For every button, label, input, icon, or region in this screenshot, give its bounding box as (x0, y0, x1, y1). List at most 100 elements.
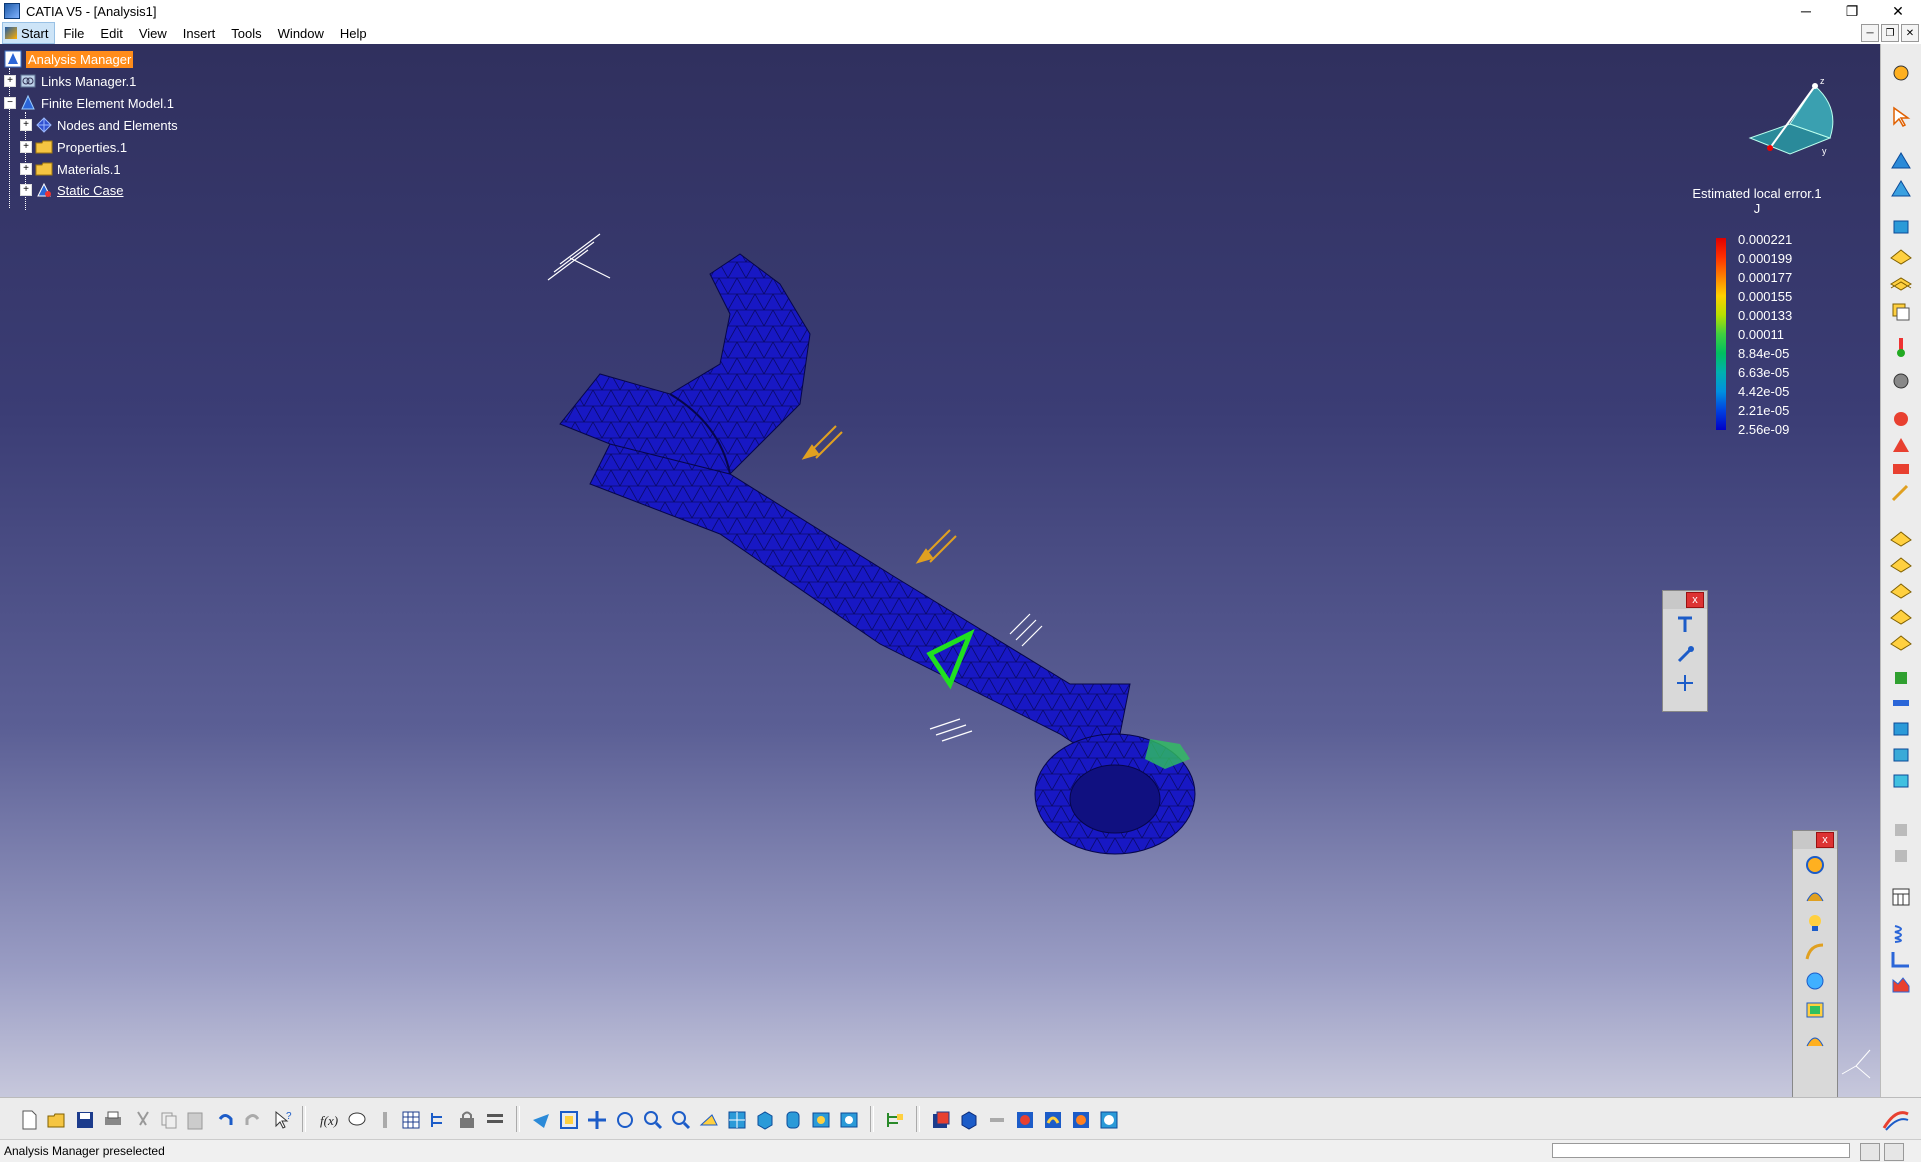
shading-icon[interactable] (782, 1109, 804, 1131)
expand-icon[interactable]: + (20, 119, 32, 131)
compass-widget[interactable]: z y (1740, 68, 1850, 178)
compute-icon[interactable] (930, 1109, 952, 1131)
cube2-icon[interactable] (1889, 718, 1913, 740)
image-icon[interactable] (1014, 1109, 1036, 1131)
tree-item-links-manager[interactable]: + Links Manager.1 (4, 72, 136, 90)
rotate-icon[interactable] (614, 1109, 636, 1131)
report-icon[interactable] (1042, 1109, 1064, 1131)
close-icon[interactable]: x (1686, 592, 1704, 608)
fit-all-icon[interactable] (558, 1109, 580, 1131)
bolt-icon[interactable] (986, 1109, 1008, 1131)
paste-icon[interactable] (184, 1109, 206, 1131)
formula-icon[interactable]: f(x) (318, 1109, 340, 1131)
doc-minimize-button[interactable]: ─ (1861, 24, 1879, 42)
connecting-rod-mesh[interactable] (530, 214, 1290, 874)
mass-icon[interactable] (1889, 666, 1913, 688)
minimize-button[interactable]: ─ (1783, 0, 1829, 22)
table-icon[interactable] (400, 1109, 422, 1131)
menu-window[interactable]: Window (270, 26, 332, 41)
color-legend[interactable]: Estimated local error.1 J 0.000221 0.000… (1672, 186, 1842, 437)
plate-icon[interactable] (1889, 526, 1913, 548)
measure-icon[interactable] (374, 1109, 396, 1131)
restraint-icon[interactable] (1889, 434, 1913, 456)
fly-icon[interactable] (530, 1109, 552, 1131)
advanced-restraint-icon[interactable] (1672, 670, 1698, 696)
print-icon[interactable] (102, 1109, 124, 1131)
clamp-icon[interactable] (1889, 408, 1913, 430)
animate-icon[interactable] (1802, 1026, 1828, 1052)
status-button-2[interactable] (1884, 1143, 1904, 1161)
restore-button[interactable]: ❐ (1829, 0, 1875, 22)
mesh-part-icon[interactable] (1889, 150, 1913, 172)
doc-close-button[interactable]: ✕ (1901, 24, 1919, 42)
tree-item-analysis-manager[interactable]: Analysis Manager (4, 50, 134, 68)
doc-restore-button[interactable]: ❐ (1881, 24, 1899, 42)
tree-icon[interactable] (428, 1109, 450, 1131)
whats-this-icon[interactable]: ? (272, 1109, 294, 1131)
close-icon[interactable]: x (1816, 832, 1834, 848)
cube3-icon[interactable] (1889, 744, 1913, 766)
collapse-icon[interactable]: − (4, 97, 16, 109)
plate5-icon[interactable] (1889, 630, 1913, 652)
plane-icon[interactable] (1889, 244, 1913, 266)
load-icon[interactable] (1889, 458, 1913, 480)
save-icon[interactable] (74, 1109, 96, 1131)
image-layout-icon[interactable] (1802, 997, 1828, 1023)
spec-tree-icon[interactable] (884, 1109, 906, 1131)
power-input-field[interactable] (1552, 1143, 1850, 1158)
status-button-1[interactable] (1860, 1143, 1880, 1161)
multi-view-icon[interactable] (726, 1109, 748, 1131)
plate4-icon[interactable] (1889, 604, 1913, 626)
precision-icon[interactable] (1802, 968, 1828, 994)
copy-part-icon[interactable] (1889, 300, 1913, 322)
sphere-icon[interactable] (1889, 370, 1913, 392)
menu-view[interactable]: View (131, 26, 175, 41)
expand-icon[interactable]: + (4, 75, 16, 87)
expand-icon[interactable]: + (20, 184, 32, 196)
menu-tools[interactable]: Tools (223, 26, 269, 41)
mesh-icon[interactable] (958, 1109, 980, 1131)
menu-file[interactable]: File (55, 26, 92, 41)
redo-icon[interactable] (242, 1109, 264, 1131)
cut-icon[interactable] (132, 1109, 154, 1131)
force-icon[interactable] (1889, 482, 1913, 504)
von-mises-icon[interactable] (1802, 881, 1828, 907)
open-icon[interactable] (46, 1109, 68, 1131)
tree-item-static-case[interactable]: + Static Case (20, 181, 123, 199)
knowledge-icon[interactable] (346, 1109, 368, 1131)
pin-restraint-icon[interactable] (1672, 641, 1698, 667)
start-menu[interactable]: Start (2, 22, 56, 44)
lock-icon[interactable] (456, 1109, 478, 1131)
copy-icon[interactable] (158, 1109, 180, 1131)
cube-icon[interactable] (1889, 216, 1913, 238)
normal-view-icon[interactable] (698, 1109, 720, 1131)
chart-icon[interactable] (1889, 974, 1913, 996)
corner-icon[interactable] (1889, 948, 1913, 970)
tree-item-properties[interactable]: + Properties.1 (20, 138, 127, 156)
tree-item-finite-element-model[interactable]: − Finite Element Model.1 (4, 94, 174, 112)
swap-visible-icon[interactable] (838, 1109, 860, 1131)
new-icon[interactable] (18, 1109, 40, 1131)
select-icon[interactable] (1889, 106, 1913, 128)
menu-edit[interactable]: Edit (92, 26, 130, 41)
zoom-out-icon[interactable] (670, 1109, 692, 1131)
menu-insert[interactable]: Insert (175, 26, 224, 41)
tree-item-materials[interactable]: + Materials.1 (20, 160, 121, 178)
zoom-in-icon[interactable] (642, 1109, 664, 1131)
mesh-part2-icon[interactable] (1889, 178, 1913, 200)
deformation-icon[interactable] (1802, 852, 1828, 878)
compass-gear-icon[interactable] (1889, 62, 1913, 84)
spring-icon[interactable] (1889, 922, 1913, 944)
close-button[interactable]: ✕ (1875, 0, 1921, 22)
undo-icon[interactable] (214, 1109, 236, 1131)
tree-item-nodes-and-elements[interactable]: + Nodes and Elements (20, 116, 178, 134)
calculator-icon[interactable] (1889, 886, 1913, 908)
3d-viewport[interactable]: Analysis Manager + Links Manager.1 − Fin… (0, 44, 1880, 1097)
options-icon[interactable] (484, 1109, 506, 1131)
beam-icon[interactable] (1889, 692, 1913, 714)
iso-view-icon[interactable] (754, 1109, 776, 1131)
plate2-icon[interactable] (1889, 552, 1913, 574)
cube4-icon[interactable] (1889, 770, 1913, 792)
pan-icon[interactable] (586, 1109, 608, 1131)
clamp-restraint-icon[interactable] (1672, 612, 1698, 638)
